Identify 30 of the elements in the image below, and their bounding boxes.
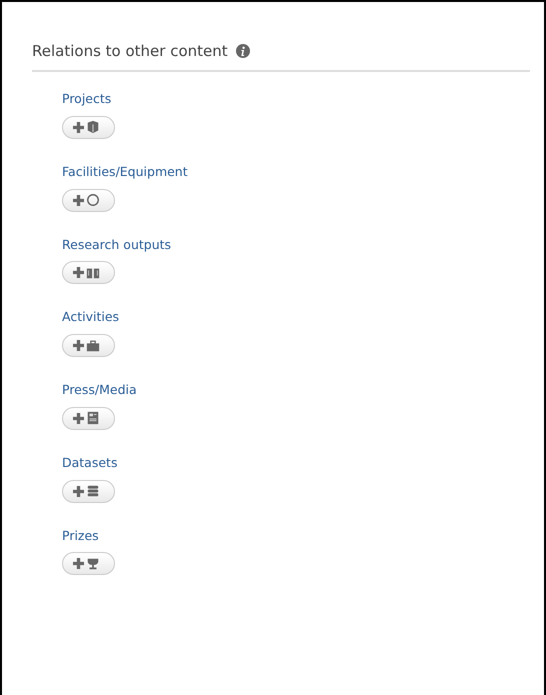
plus-icon <box>73 122 84 133</box>
add-button[interactable] <box>62 334 115 357</box>
trophy-icon <box>86 556 100 571</box>
cube-icon <box>86 120 100 134</box>
book-icon <box>86 266 100 280</box>
relation-link[interactable]: Facilities/Equipment <box>62 162 188 182</box>
briefcase-icon <box>86 338 100 352</box>
add-button[interactable] <box>62 552 115 576</box>
add-button[interactable] <box>62 261 115 284</box>
relation-link[interactable]: Prizes <box>62 526 99 546</box>
relation-link[interactable]: Datasets <box>62 454 118 472</box>
add-button[interactable] <box>62 406 115 430</box>
relation-link[interactable]: Activities <box>62 308 120 327</box>
relation-link[interactable]: Projects <box>62 90 112 109</box>
circle-icon <box>86 193 100 207</box>
info-icon[interactable] <box>236 44 250 58</box>
plus-icon <box>73 486 84 496</box>
plus-icon <box>73 412 84 424</box>
plus-icon <box>73 340 84 351</box>
plus-icon <box>73 194 84 206</box>
add-button[interactable] <box>62 188 115 212</box>
relation-link[interactable]: Research outputs <box>62 236 172 254</box>
database-icon <box>86 484 100 498</box>
newspaper-icon <box>86 411 100 426</box>
section-title: Relations to other content <box>32 42 228 60</box>
add-button[interactable] <box>62 480 115 502</box>
add-button[interactable] <box>62 116 115 139</box>
relation-link[interactable]: Press/Media <box>62 381 137 400</box>
plus-icon <box>73 558 84 570</box>
plus-icon <box>73 267 84 278</box>
